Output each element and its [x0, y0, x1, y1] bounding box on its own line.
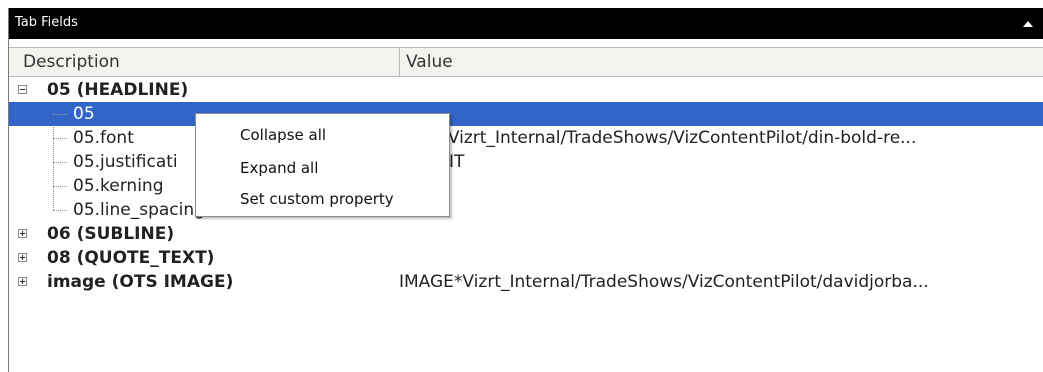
tree-node-headline[interactable]: 05 (HEADLINE) [9, 78, 1043, 102]
tree-node-label: 08 (QUOTE_TEXT) [47, 248, 215, 268]
tree-node-image[interactable]: image (OTS IMAGE) IMAGE*Vizrt_Internal/T… [9, 270, 1043, 294]
tree-row-label: 05.kerning [73, 176, 164, 196]
tree-branch-line [53, 162, 67, 163]
expand-node-icon[interactable] [18, 229, 27, 238]
tab-fields-panel: Tab Fields Description Value 05 (HEADLIN… [8, 8, 1043, 372]
expand-node-icon[interactable] [18, 277, 27, 286]
tree-node-value: IMAGE*Vizrt_Internal/TradeShows/VizConte… [399, 272, 929, 292]
tree-row[interactable]: 05.kerning [9, 174, 1043, 198]
tree-branch-line [53, 114, 67, 115]
column-header-value[interactable]: Value [400, 48, 1040, 76]
tree-row-value: T*Vizrt_Internal/TradeShows/VizContentPi… [429, 128, 917, 148]
tree-branch-line [53, 210, 67, 211]
expand-node-icon[interactable] [18, 253, 27, 262]
column-header: Description Value [9, 47, 1043, 77]
tree-row-label: 05.line_spacing [73, 200, 205, 220]
tree-node-label: image (OTS IMAGE) [47, 272, 234, 292]
tree-branch-line [53, 138, 67, 139]
tree-row-label: 05 [73, 104, 95, 124]
tree-row-label: 05.font [73, 128, 134, 148]
tree-row[interactable]: 05.font T*Vizrt_Internal/TradeShows/VizC… [9, 126, 1043, 150]
panel-title: Tab Fields [15, 15, 78, 30]
tree-node-quote-text[interactable]: 08 (QUOTE_TEXT) [9, 246, 1043, 270]
tree-row[interactable]: 05.justificati IT [9, 150, 1043, 174]
menu-item-expand-all[interactable]: Expand all [240, 159, 318, 177]
tree-branch-line [53, 186, 67, 187]
tree-row-selected[interactable]: 05 [9, 102, 1043, 126]
menu-item-collapse-all[interactable]: Collapse all [240, 126, 326, 144]
tree-row[interactable]: 05.line_spacing 0 [9, 198, 1043, 222]
menu-item-set-custom-property[interactable]: Set custom property [240, 190, 394, 208]
tree-node-subline[interactable]: 06 (SUBLINE) [9, 222, 1043, 246]
panel-titlebar[interactable]: Tab Fields [9, 8, 1043, 39]
tree-node-label: 05 (HEADLINE) [47, 80, 189, 100]
context-menu: Collapse all Expand all Set custom prope… [195, 113, 450, 217]
tree-node-label: 06 (SUBLINE) [47, 224, 175, 244]
tree-row-value: IT [449, 152, 465, 172]
collapse-node-icon[interactable] [18, 85, 27, 94]
collapse-panel-icon[interactable] [1023, 21, 1033, 27]
column-header-description[interactable]: Description [9, 48, 400, 76]
tree-row-label: 05.justificati [73, 152, 178, 172]
